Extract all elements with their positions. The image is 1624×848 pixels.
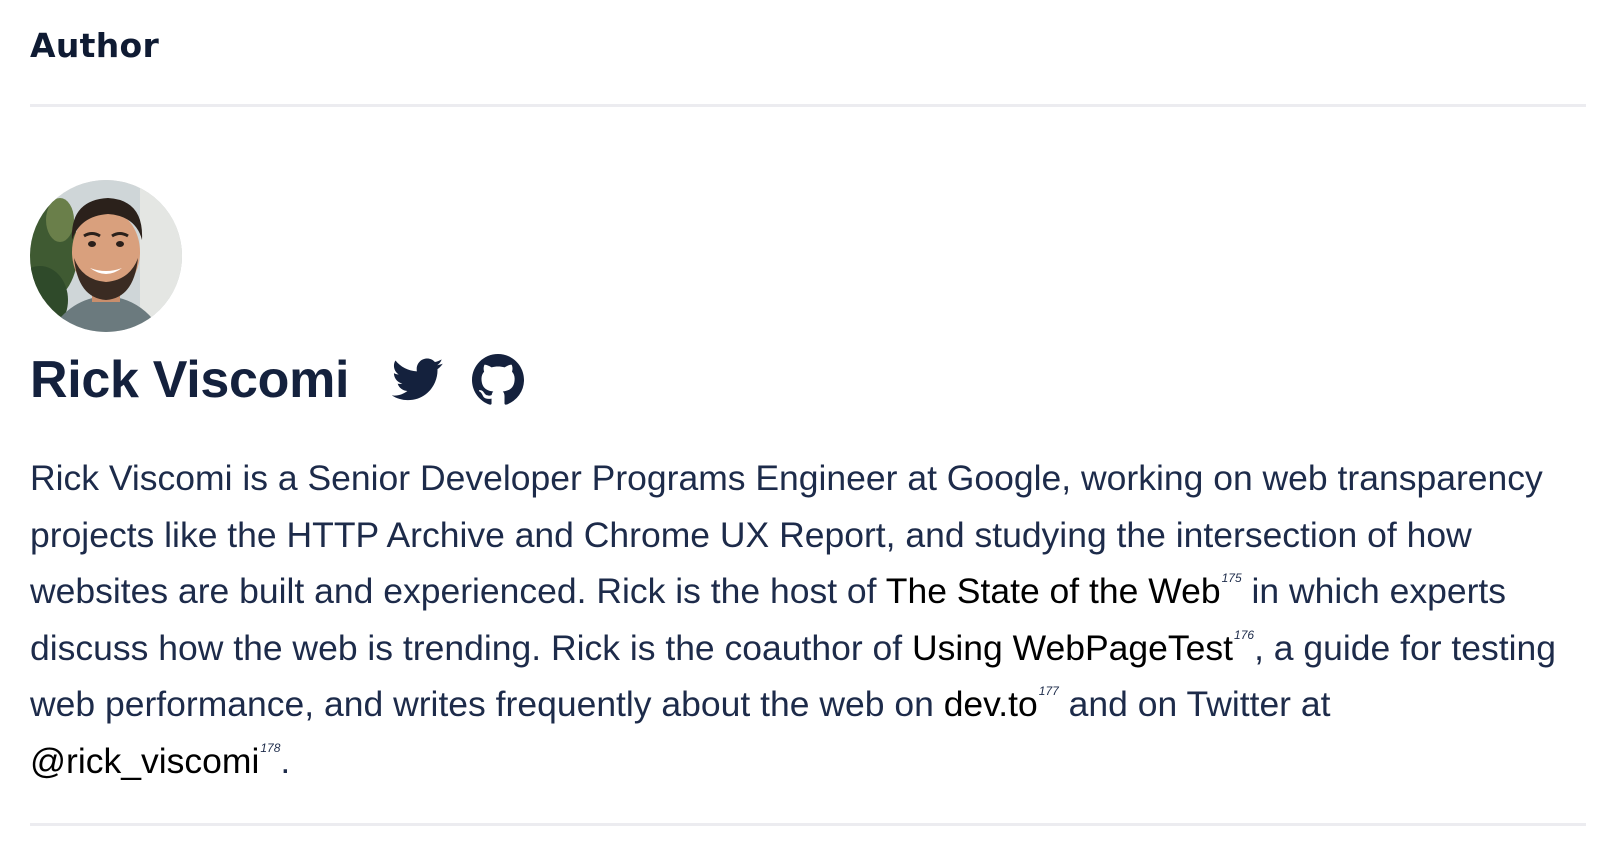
state-of-the-web-link[interactable]: The State of the Web — [886, 571, 1221, 611]
github-link[interactable] — [469, 351, 527, 409]
author-bio: Rick Viscomi is a Senior Developer Progr… — [30, 450, 1600, 789]
section-heading: Author — [30, 26, 160, 65]
footnote-176[interactable]: 176 — [1234, 628, 1254, 642]
twitter-handle-link[interactable]: @rick_viscomi — [30, 741, 259, 781]
bio-text: . — [280, 740, 291, 781]
footnote-177[interactable]: 177 — [1039, 684, 1059, 698]
avatar — [30, 180, 182, 332]
twitter-icon — [392, 358, 444, 401]
using-webpagetest-link[interactable]: Using WebPageTest — [912, 628, 1233, 668]
dev-to-link[interactable]: dev.to — [944, 684, 1038, 724]
footnote-178[interactable]: 178 — [260, 741, 280, 755]
twitter-link[interactable] — [389, 351, 447, 409]
github-icon — [472, 354, 525, 405]
bio-text: and on Twitter at — [1058, 684, 1331, 724]
author-name: Rick Viscomi — [30, 351, 350, 409]
author-row: Rick Viscomi — [30, 340, 527, 420]
divider-bottom — [30, 823, 1586, 826]
author-photo — [30, 180, 182, 332]
footnote-175[interactable]: 175 — [1222, 571, 1242, 585]
divider-top — [30, 104, 1586, 107]
